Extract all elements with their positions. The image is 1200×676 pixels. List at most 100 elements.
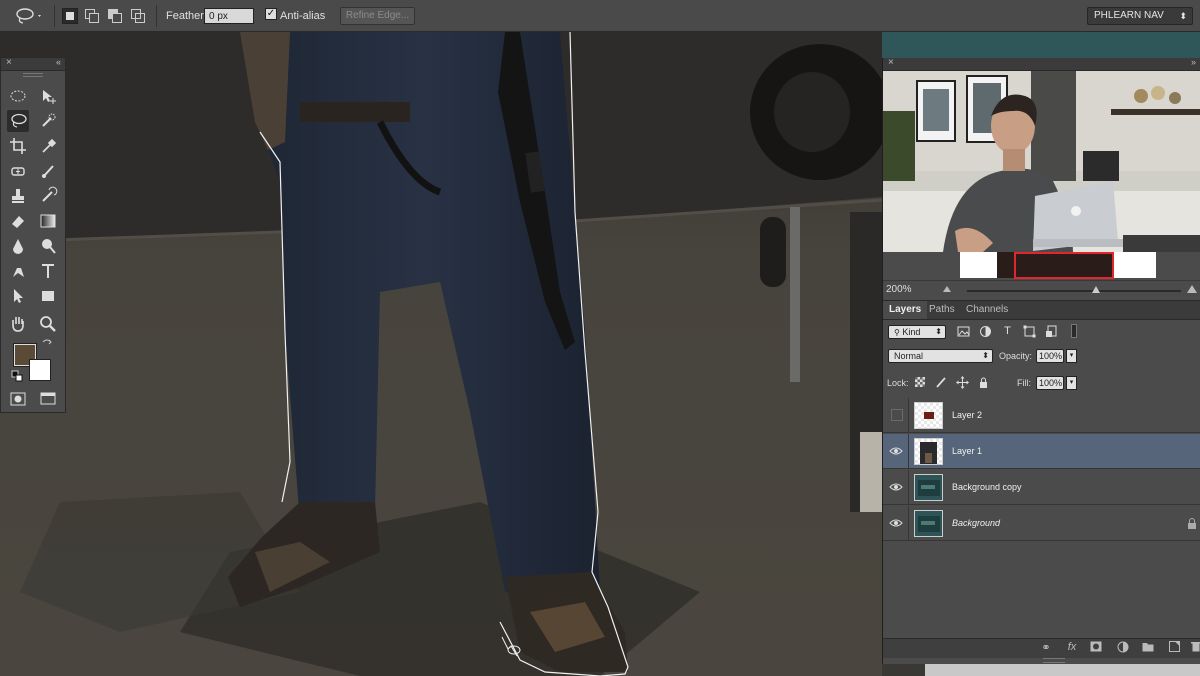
path-selection-tool-icon[interactable] bbox=[7, 285, 29, 307]
filter-kind-select[interactable]: ⚲ Kind ⬍ bbox=[888, 325, 946, 339]
navigator-view-box[interactable] bbox=[1014, 252, 1114, 279]
zoom-out-icon[interactable] bbox=[943, 286, 951, 292]
close-icon[interactable]: × bbox=[6, 57, 12, 68]
opacity-value: 100% bbox=[1039, 351, 1063, 361]
zoom-tool-icon[interactable] bbox=[37, 313, 59, 335]
zoom-in-icon[interactable] bbox=[1187, 285, 1197, 293]
type-layer-filter-icon[interactable]: T bbox=[1001, 325, 1014, 338]
eye-icon[interactable] bbox=[889, 444, 903, 458]
zoom-value[interactable]: 200% bbox=[886, 284, 912, 295]
options-bar: Feather: 0 px ✓ Anti-alias Refine Edge..… bbox=[0, 0, 1200, 32]
add-to-selection-icon[interactable] bbox=[84, 8, 100, 24]
blur-tool-icon[interactable] bbox=[7, 235, 29, 257]
eraser-tool-icon[interactable] bbox=[7, 210, 29, 232]
zoom-slider-track[interactable] bbox=[967, 290, 1181, 292]
rectangle-tool-icon[interactable] bbox=[37, 285, 59, 307]
blend-mode-select[interactable]: Normal ⬍ bbox=[888, 349, 993, 363]
collapse-icon[interactable]: » bbox=[1191, 57, 1196, 67]
visibility-toggle-off[interactable] bbox=[891, 409, 903, 421]
screen-mode-icon[interactable] bbox=[37, 388, 59, 410]
layer-thumbnail bbox=[914, 474, 943, 501]
default-colors-icon[interactable] bbox=[11, 370, 23, 382]
adjustment-layer-filter-icon[interactable] bbox=[979, 325, 992, 338]
eye-icon[interactable] bbox=[889, 480, 903, 494]
tab-paths[interactable]: Paths bbox=[923, 301, 961, 319]
refine-edge-button[interactable]: Refine Edge... bbox=[340, 7, 415, 25]
layer-row-background[interactable]: Background bbox=[883, 506, 1200, 541]
adjustment-layer-icon[interactable] bbox=[1116, 641, 1130, 656]
new-group-icon[interactable] bbox=[1141, 641, 1155, 655]
lock-transparent-pixels-icon[interactable] bbox=[915, 377, 925, 387]
tab-layers[interactable]: Layers bbox=[883, 301, 928, 319]
pixel-layer-filter-icon[interactable] bbox=[957, 325, 970, 338]
zoom-slider-knob[interactable] bbox=[1092, 286, 1100, 293]
chevron-updown-icon: ⬍ bbox=[982, 351, 989, 360]
document-canvas[interactable] bbox=[0, 32, 882, 676]
opacity-input[interactable]: 100% bbox=[1036, 349, 1064, 363]
swap-colors-icon[interactable] bbox=[41, 338, 53, 350]
navigator-preview[interactable] bbox=[883, 252, 1200, 280]
eye-icon[interactable] bbox=[889, 516, 903, 530]
layer-name[interactable]: Layer 2 bbox=[952, 410, 982, 420]
intersect-selection-icon[interactable] bbox=[130, 8, 146, 24]
layer-name[interactable]: Layer 1 bbox=[952, 446, 982, 456]
lasso-tool-preset-icon[interactable] bbox=[14, 6, 44, 26]
trash-icon[interactable] bbox=[1189, 641, 1200, 655]
layer-name[interactable]: Background copy bbox=[952, 482, 1022, 492]
history-brush-tool-icon[interactable] bbox=[37, 185, 59, 207]
layer-name[interactable]: Background bbox=[952, 518, 1000, 528]
new-selection-icon[interactable] bbox=[62, 8, 78, 24]
layer-row-background-copy[interactable]: Background copy bbox=[883, 470, 1200, 505]
panel-resize-grip[interactable] bbox=[1043, 658, 1065, 663]
navigator-zoom-bar: 200% bbox=[883, 280, 1200, 299]
subtract-from-selection-icon[interactable] bbox=[107, 8, 123, 24]
quick-selection-tool-icon[interactable] bbox=[37, 110, 59, 132]
lock-icon bbox=[1187, 518, 1197, 532]
close-icon[interactable]: × bbox=[888, 57, 894, 68]
spot-healing-brush-icon[interactable] bbox=[7, 160, 29, 182]
lock-image-pixels-icon[interactable] bbox=[935, 376, 948, 389]
panel-grip[interactable] bbox=[23, 73, 43, 77]
search-icon: ⚲ bbox=[894, 328, 900, 337]
fill-input[interactable]: 100% bbox=[1036, 376, 1064, 390]
hand-tool-icon[interactable] bbox=[7, 313, 29, 335]
opacity-dropdown-button[interactable]: ▾ bbox=[1066, 349, 1077, 363]
filter-toggle[interactable] bbox=[1071, 324, 1077, 338]
link-layers-icon[interactable]: ⚭ bbox=[1039, 641, 1053, 654]
separator bbox=[54, 5, 55, 27]
tab-channels[interactable]: Channels bbox=[960, 301, 1014, 319]
fx-icon[interactable]: fx bbox=[1065, 641, 1079, 653]
layer-thumbnail bbox=[914, 402, 943, 429]
brush-tool-icon[interactable] bbox=[37, 160, 59, 182]
crop-tool-icon[interactable] bbox=[7, 135, 29, 157]
new-layer-icon[interactable] bbox=[1167, 641, 1181, 655]
background-color-swatch[interactable] bbox=[29, 359, 51, 381]
add-mask-icon[interactable] bbox=[1089, 641, 1103, 655]
smart-object-filter-icon[interactable] bbox=[1045, 325, 1058, 338]
pen-tool-icon[interactable] bbox=[7, 260, 29, 282]
move-tool-icon[interactable] bbox=[37, 85, 59, 107]
elliptical-marquee-tool-icon[interactable] bbox=[7, 85, 29, 107]
canvas-image bbox=[0, 32, 882, 676]
clone-stamp-tool-icon[interactable] bbox=[7, 185, 29, 207]
fill-value: 100% bbox=[1039, 378, 1063, 388]
separator bbox=[156, 5, 157, 27]
shape-layer-filter-icon[interactable] bbox=[1023, 325, 1036, 338]
workspace-switcher[interactable]: PHLEARN NAV ⬍ bbox=[1087, 7, 1193, 25]
gradient-tool-icon[interactable] bbox=[37, 210, 59, 232]
eyedropper-tool-icon[interactable] bbox=[37, 135, 59, 157]
type-tool-icon[interactable] bbox=[37, 260, 59, 282]
divider bbox=[908, 434, 909, 469]
blend-mode-label: Normal bbox=[894, 351, 924, 361]
layer-row-layer-2[interactable]: Layer 2 bbox=[883, 398, 1200, 433]
fill-dropdown-button[interactable]: ▾ bbox=[1066, 376, 1077, 390]
anti-alias-checkbox[interactable]: ✓ bbox=[265, 8, 277, 20]
lock-all-icon[interactable] bbox=[977, 376, 990, 389]
lock-position-icon[interactable] bbox=[956, 376, 969, 389]
collapse-icon[interactable]: « bbox=[56, 57, 61, 67]
lasso-tool-icon[interactable] bbox=[7, 110, 29, 132]
quick-mask-icon[interactable] bbox=[7, 388, 29, 410]
dodge-tool-icon[interactable] bbox=[37, 235, 59, 257]
feather-input[interactable]: 0 px bbox=[204, 8, 254, 24]
layer-row-layer-1[interactable]: Layer 1 bbox=[883, 434, 1200, 469]
